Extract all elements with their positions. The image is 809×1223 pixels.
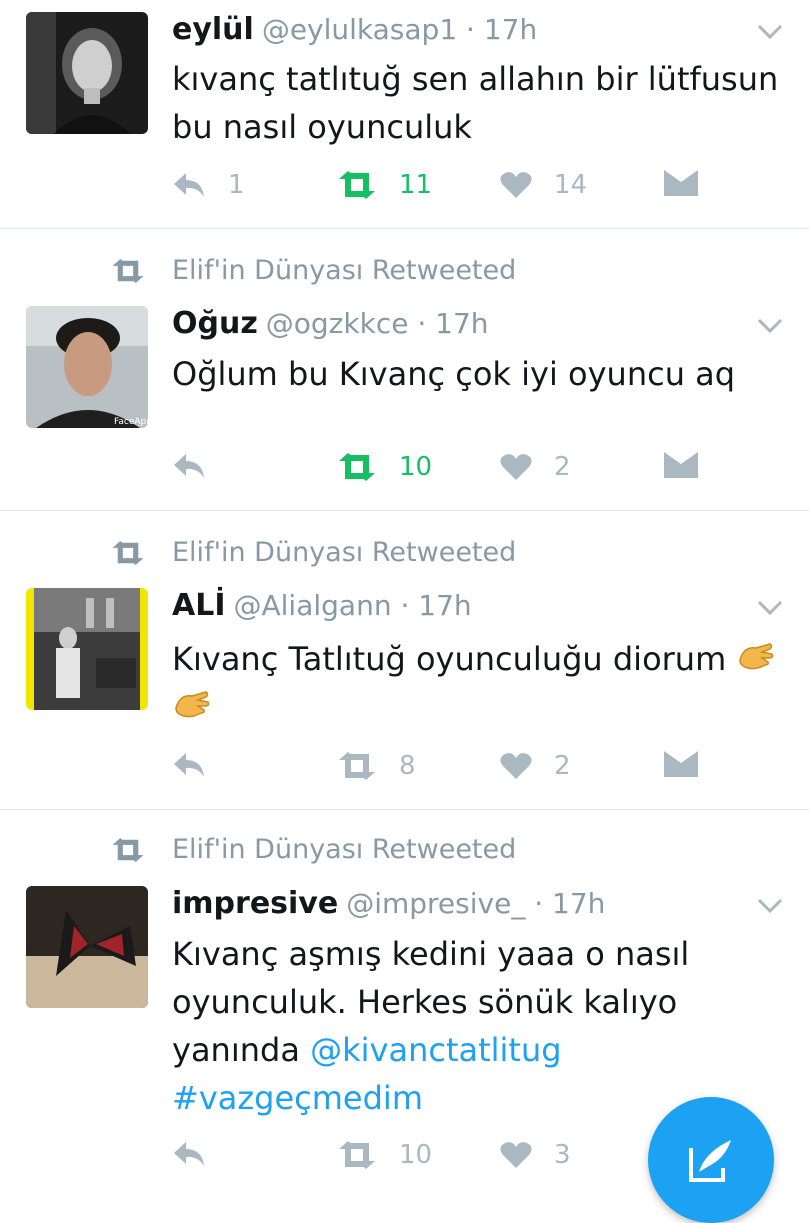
tweet-actions: 10 2 [172,452,732,492]
like-button[interactable]: 2 [500,751,571,781]
heart-icon [500,172,532,198]
retweet-count: 8 [399,751,416,781]
avatar[interactable]: FaceApp [26,306,148,428]
reply-icon [174,173,204,197]
display-name[interactable]: Oğuz [172,306,258,341]
handle[interactable]: @Alialgann [234,589,392,622]
avatar[interactable] [26,886,148,1008]
avatar[interactable] [26,12,148,134]
timestamp[interactable]: 17h [484,13,537,46]
envelope-icon [664,170,698,196]
direct-message-button[interactable] [664,452,720,478]
like-count: 2 [554,452,571,482]
chevron-down-icon[interactable] [757,318,783,334]
retweeted-by-row: Elif'in Dünyası Retweeted [110,255,516,286]
retweet-count: 10 [399,452,433,482]
tweet-actions: 1 11 14 [172,170,732,210]
retweet-icon [112,837,144,862]
timestamp[interactable]: 17h [552,887,605,920]
reply-button[interactable] [172,1140,228,1168]
clapping-hands-emoji [175,691,210,718]
tweet-header: Oğuz @ogzkkce · 17h [172,306,489,341]
hashtag-link[interactable]: #vazgeçmedim [172,1079,423,1117]
heart-icon [500,753,532,779]
display-name[interactable]: impresive [172,886,338,921]
handle[interactable]: @ogzkkce [266,307,409,340]
mention-link[interactable]: @kivanctatlitug [310,1031,561,1069]
tweet-text: Oğlum bu Kıvanç çok iyi oyuncu aq [172,355,736,393]
reply-icon [174,454,204,478]
retweeted-by-label[interactable]: Elif'in Dünyası Retweeted [172,537,516,568]
chevron-down-icon[interactable] [757,24,783,40]
retweeted-by-row: Elif'in Dünyası Retweeted [110,537,516,568]
display-name[interactable]: ALİ [172,588,226,623]
handle[interactable]: @impresive_ [346,887,525,920]
tweet-header: impresive @impresive_ · 17h [172,886,606,921]
like-count: 14 [554,170,588,200]
handle[interactable]: @eylulkasap1 [262,13,457,46]
compose-tweet-icon [689,1140,731,1182]
compose-tweet-button[interactable] [648,1097,774,1223]
display-name[interactable]: eylül [172,12,254,47]
tweet-actions: 8 2 [172,751,732,791]
clapping-hands-emoji [739,643,774,670]
direct-message-button[interactable] [664,751,720,777]
retweet-icon [112,540,144,565]
tweet-3[interactable]: Elif'in Dünyası Retweeted ALİ @Alialgann … [0,511,809,810]
timestamp[interactable]: 17h [435,307,488,340]
like-button[interactable]: 2 [500,452,571,482]
retweet-button[interactable]: 10 [337,1140,432,1170]
direct-message-button[interactable] [664,170,720,196]
tweet-text: Kıvanç Tatlıtuğ oyunculuğu diorum [172,635,782,731]
tweet-header: eylül @eylulkasap1 · 17h [172,12,538,47]
reply-button[interactable]: 1 [172,170,245,200]
envelope-icon [664,452,698,478]
tweet-text: kıvanç tatlıtuğ sen allahın bir lütfusun… [172,60,779,146]
reply-button[interactable] [172,751,228,779]
envelope-icon [664,751,698,777]
retweet-button[interactable]: 10 [337,452,432,482]
reply-button[interactable] [172,452,228,480]
avatar[interactable] [26,588,148,710]
like-count: 3 [554,1140,571,1170]
retweet-icon [339,453,375,481]
retweet-button[interactable]: 8 [337,751,416,781]
retweet-icon [339,752,375,780]
like-button[interactable]: 3 [500,1140,571,1170]
like-button[interactable]: 14 [500,170,587,200]
chevron-down-icon[interactable] [757,600,783,616]
tweet-2[interactable]: Elif'in Dünyası Retweeted FaceApp Oğuz@o… [0,229,809,511]
retweet-icon [339,171,375,199]
retweet-count: 11 [399,170,433,200]
reply-icon [174,1142,204,1166]
reply-icon [174,753,204,777]
chevron-down-icon[interactable] [757,898,783,914]
heart-icon [500,454,532,480]
retweet-icon [112,258,144,283]
retweeted-by-label[interactable]: Elif'in Dünyası Retweeted [172,834,516,865]
retweet-icon [339,1141,375,1169]
retweet-button[interactable]: 11 [337,170,432,200]
tweet-text: Kıvanç aşmış kedini yaaa o nasıl oyuncul… [172,935,690,1117]
like-count: 2 [554,751,571,781]
heart-icon [500,1142,532,1168]
avatar-caption: FaceApp [114,417,148,427]
retweeted-by-label[interactable]: Elif'in Dünyası Retweeted [172,255,516,286]
tweet-1[interactable]: eylül @eylulkasap1 · 17h kıvanç tatlıtuğ … [0,0,809,229]
reply-count: 1 [228,170,245,200]
retweet-count: 10 [399,1140,433,1170]
timestamp[interactable]: 17h [418,589,471,622]
retweeted-by-row: Elif'in Dünyası Retweeted [110,834,516,865]
tweet-header: ALİ @Alialgann · 17h [172,588,472,623]
